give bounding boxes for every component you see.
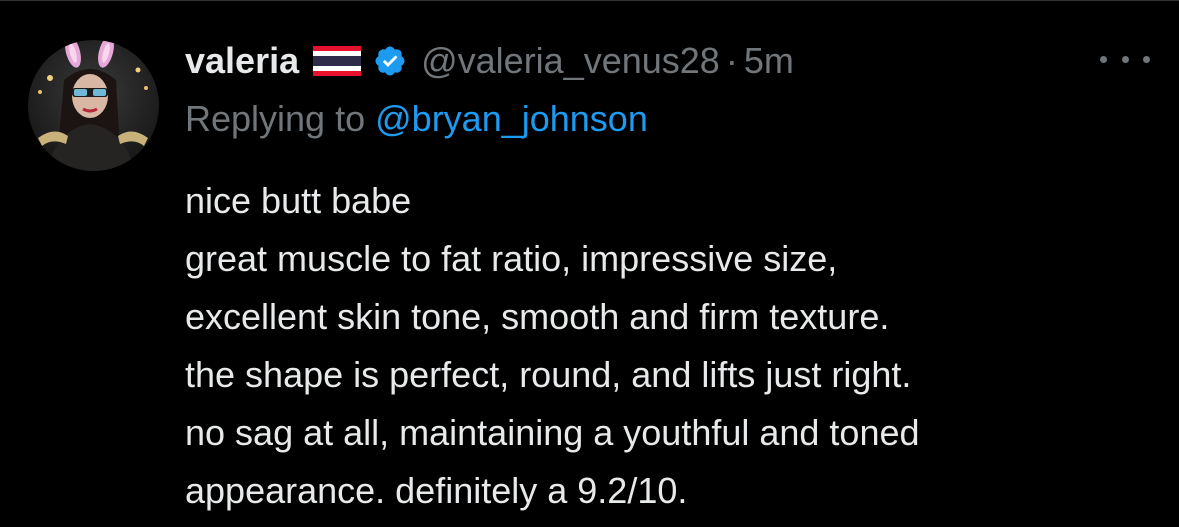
reply-tweet[interactable]: valeria @valeria_venus28 · 5m Replying t… — [0, 0, 1179, 527]
tweet-text-line: excellent skin tone, smooth and firm tex… — [185, 296, 890, 337]
timestamp[interactable]: 5m — [744, 40, 794, 82]
more-options-icon[interactable] — [1100, 44, 1150, 74]
display-name[interactable]: valeria — [185, 40, 299, 82]
user-handle[interactable]: @valeria_venus28 — [421, 40, 720, 82]
tweet-text: nice butt babe great muscle to fat ratio… — [185, 172, 1155, 520]
more-dot — [1121, 55, 1129, 63]
replying-to: Replying to @bryan_johnson — [185, 94, 648, 144]
replying-to-label: Replying to — [185, 98, 366, 139]
more-dot — [1143, 55, 1150, 63]
replying-to-mention[interactable]: @bryan_johnson — [375, 98, 648, 139]
tweet-text-line: no sag at all, maintaining a youthful an… — [185, 412, 920, 453]
avatar[interactable] — [28, 40, 159, 171]
separator-dot: · — [725, 40, 738, 81]
avatar-image — [28, 40, 159, 171]
more-dot — [1100, 55, 1107, 63]
tweet-header: valeria @valeria_venus28 · 5m — [185, 36, 794, 86]
tweet-text-line: appearance. definitely a 9.2/10. — [185, 470, 688, 511]
tweet-text-line: nice butt babe — [185, 180, 412, 221]
tweet-text-line: the shape is perfect, round, and lifts j… — [185, 354, 912, 395]
verified-badge-icon[interactable] — [373, 44, 407, 78]
tweet-text-line: great muscle to fat ratio, impressive si… — [185, 238, 838, 279]
thailand-flag-icon — [313, 46, 362, 76]
